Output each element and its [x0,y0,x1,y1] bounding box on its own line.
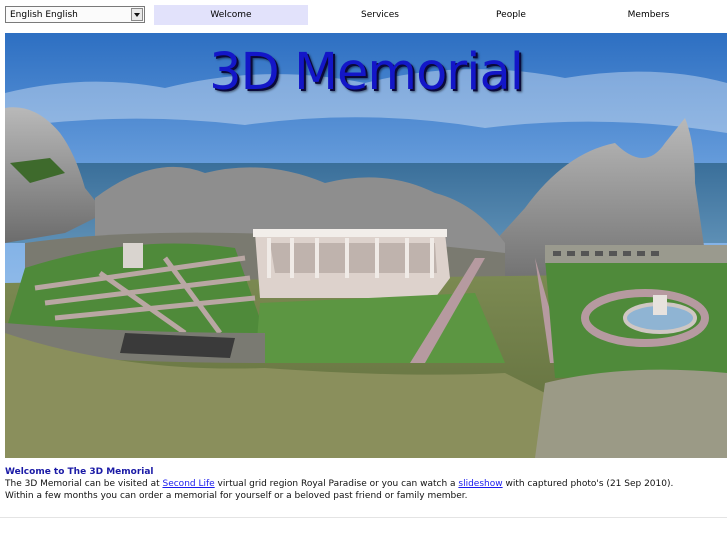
chevron-down-icon[interactable] [131,8,143,21]
tab-members[interactable]: Members [570,5,727,25]
tab-people[interactable]: People [452,5,570,25]
order-paragraph: Within a few months you can order a memo… [5,491,468,501]
second-life-link[interactable]: Second Life [162,479,214,489]
banner-title: 3D Memorial [209,43,524,102]
language-select-value: English English [10,9,78,20]
welcome-heading: Welcome to The 3D Memorial [5,467,154,477]
visit-text-middle: virtual grid region Royal Paradise or yo… [214,479,459,489]
slideshow-link[interactable]: slideshow [458,479,502,489]
language-select[interactable]: English English [5,6,145,23]
welcome-text-block: Welcome to The 3D Memorial The 3D Memori… [5,466,720,502]
banner-image: 3D Memorial [5,33,727,458]
visit-text-start: The 3D Memorial can be visited at [5,479,163,489]
visit-paragraph: The 3D Memorial can be visited at Second… [5,478,720,490]
footer-divider [0,517,727,518]
tab-services[interactable]: Services [308,5,452,25]
top-navigation-bar: English English Welcome Services People … [0,0,727,30]
tab-welcome[interactable]: Welcome [154,5,308,25]
visit-text-end: with captured photo's (21 Sep 2010). [502,479,674,489]
